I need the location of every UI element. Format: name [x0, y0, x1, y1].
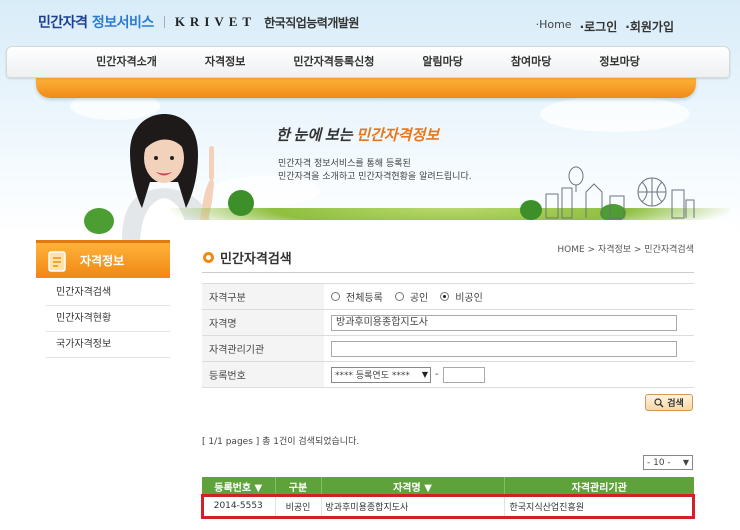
cloud-decoration — [540, 96, 690, 132]
result-summary: [ 1/1 pages ] 총 1건이 검색되었습니다. — [202, 437, 360, 447]
radio-all[interactable] — [331, 292, 340, 301]
krivet-logo: KRIVET — [174, 14, 257, 29]
col-regno-header[interactable]: 등록번호 ▼ — [202, 477, 276, 495]
search-form: 자격구분 전체등록 공인 비공인 자격명 방과후미용종합지도사 자격관리기관 등… — [202, 283, 694, 388]
search-icon — [654, 397, 664, 407]
document-icon — [48, 250, 66, 272]
per-page-select[interactable]: - 10 - ▼ — [643, 455, 693, 470]
org-name: 한국직업능력개발원 — [264, 15, 359, 30]
regno-dash: - — [435, 369, 439, 380]
nav-item-qualification-info[interactable]: 자격정보 — [181, 47, 269, 77]
nav-item-notice[interactable]: 알림마당 — [398, 47, 486, 77]
radio-noncertified[interactable] — [440, 292, 450, 301]
org-label: 자격관리기관 — [202, 335, 324, 362]
logo-main-text: 민간자격 정보서비스 — [38, 15, 154, 31]
radio-certified[interactable] — [394, 292, 404, 301]
nav-item-participation[interactable]: 참여마당 — [487, 47, 575, 77]
chevron-down-icon: ▼ — [421, 370, 428, 379]
qualification-name-input[interactable]: 방과후미용종합지도사 — [331, 314, 677, 331]
per-page-value: - 10 - — [647, 457, 671, 468]
top-links: ·Home ·로그인 ·회원가입 — [536, 18, 674, 35]
name-label: 자격명 — [202, 309, 324, 336]
radio-certified-label[interactable]: 공인 — [410, 289, 428, 304]
banner-sub-line: 민간자격 정보서비스를 통해 등록된 — [278, 159, 411, 169]
result-header-row: 등록번호 ▼ 구분 자격명 ▼ 자격관리기관 — [202, 477, 694, 495]
radio-all-label[interactable]: 전체등록 — [346, 289, 383, 304]
breadcrumb: HOME > 자격정보 > 민간자격검색 — [557, 245, 694, 255]
nav-orange-band — [36, 76, 696, 98]
col-type-header: 구분 — [275, 477, 322, 495]
home-link[interactable]: ·Home — [536, 18, 572, 35]
sidebar-item-national[interactable]: 국가자격정보 — [46, 332, 170, 358]
banner-title: 한 눈에 보는 민간자격정보 — [276, 128, 440, 144]
tree-decoration — [228, 190, 254, 216]
nav-item-info[interactable]: 정보마당 — [575, 47, 663, 77]
search-button-label: 검색 — [667, 399, 684, 409]
regno-label: 등록번호 — [202, 361, 324, 388]
tree-decoration — [84, 208, 114, 234]
radio-noncertified-label[interactable]: 비공인 — [455, 289, 483, 304]
city-illustration — [545, 166, 695, 219]
login-link[interactable]: ·로그인 — [580, 18, 618, 35]
nav-item-registration[interactable]: 민간자격등록신청 — [269, 47, 398, 77]
sidebar-item-search[interactable]: 민간자격검색 — [46, 280, 170, 306]
col-name-header[interactable]: 자격명 ▼ — [321, 477, 505, 495]
chevron-down-icon: ▼ — [682, 458, 689, 467]
banner-description: 민간자격 정보서비스를 통해 등록된 민간자격을 소개하고 민간자격현황을 알려… — [278, 158, 472, 184]
result-highlight-box — [201, 494, 695, 519]
reg-year-select-value: **** 등록연도 **** — [335, 371, 410, 381]
col-org-header: 자격관리기관 — [504, 477, 694, 495]
logo-divider — [163, 16, 165, 28]
page-title-text: 민간자격검색 — [220, 252, 292, 267]
reg-year-select[interactable]: **** 등록연도 **** ▼ — [331, 366, 431, 383]
signup-link[interactable]: ·회원가입 — [625, 18, 674, 35]
org-input[interactable] — [331, 340, 677, 357]
title-bullet-icon — [203, 252, 214, 263]
type-label: 자격구분 — [202, 283, 324, 310]
sidebar-header: 자격정보 — [36, 240, 170, 278]
nav-item-intro[interactable]: 민간자격소개 — [72, 47, 181, 77]
sidebar-menu: 민간자격검색 민간자격현황 국가자격정보 — [46, 280, 170, 358]
sidebar-item-status[interactable]: 민간자격현황 — [46, 306, 170, 332]
main-nav: 민간자격소개 자격정보 민간자격등록신청 알림마당 참여마당 정보마당 — [6, 46, 730, 78]
banner-sub-line: 민간자격을 소개하고 민간자격현황을 알려드립니다. — [278, 172, 472, 182]
sidebar-title: 자격정보 — [80, 254, 125, 268]
regno-input[interactable] — [442, 366, 485, 383]
page-title: 민간자격검색 — [203, 248, 292, 267]
search-button[interactable]: 검색 — [645, 394, 693, 411]
title-divider — [202, 272, 694, 273]
site-logo[interactable]: 민간자격 정보서비스 KRIVET 한국직업능력개발원 — [38, 10, 359, 34]
